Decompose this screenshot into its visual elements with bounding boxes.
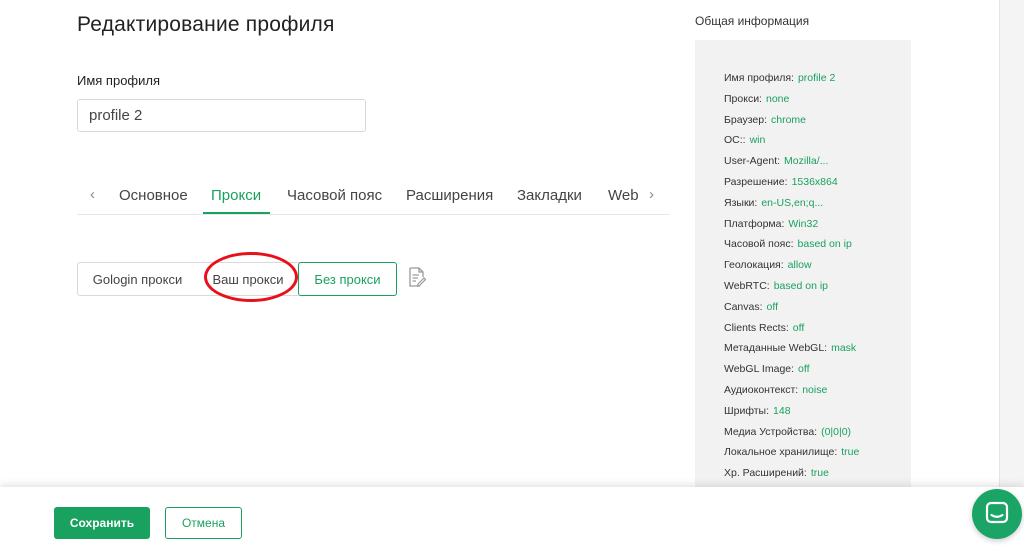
info-row-extension-storage: Хр. Расширений: true (724, 463, 914, 484)
info-list: Имя профиля: profile 2 Прокси: none Браузе… (724, 68, 914, 484)
active-tab-indicator (203, 212, 270, 214)
info-key: Canvas: (724, 300, 763, 313)
info-value: based on ip (773, 279, 829, 292)
info-key: Локальное хранилище: (724, 446, 838, 459)
info-row-webgl-metadata: Метаданные WebGL: mask (724, 338, 914, 359)
info-value: off (792, 321, 805, 334)
info-value: true (810, 467, 829, 480)
info-value: mask (831, 342, 857, 355)
info-row-platform: Платформа: Win32 (724, 214, 914, 235)
info-key: Медиа Устройства: (724, 425, 818, 438)
info-value: Win32 (788, 217, 819, 230)
info-key: WebGL Image: (724, 363, 795, 376)
info-key: Аудиоконтекст: (724, 383, 799, 396)
cancel-button[interactable]: Отмена (165, 507, 242, 539)
info-value: win (749, 134, 766, 147)
profile-name-label: Имя профиля (77, 73, 161, 88)
tab-general[interactable]: Основное (119, 187, 188, 204)
info-key: Хр. Расширений: (724, 467, 807, 480)
tab-next-arrow-icon[interactable]: › (649, 186, 654, 203)
info-value: based on ip (797, 238, 852, 251)
info-value: noise (802, 383, 828, 396)
info-key: Clients Rects: (724, 321, 789, 334)
save-button[interactable]: Сохранить (54, 507, 150, 539)
notes-icon[interactable] (408, 267, 426, 287)
info-row-profile-name: Имя профиля: profile 2 (724, 68, 914, 89)
info-row-user-agent: User-Agent: Mozilla/... (724, 151, 914, 172)
info-value: none (765, 92, 790, 105)
info-row-webrtc: WebRTC: based on ip (724, 276, 914, 297)
info-row-languages: Языки: en-US,en;q... (724, 193, 914, 214)
info-panel: Имя профиля: profile 2 Прокси: none Браузе… (695, 40, 911, 500)
no-proxy-button[interactable]: Без прокси (298, 262, 397, 296)
info-value: profile 2 (797, 72, 836, 84)
footer-bar (0, 487, 1024, 554)
tab-web[interactable]: Web (608, 187, 639, 204)
highlight-circle (204, 252, 298, 302)
info-key: Браузер: (724, 113, 767, 126)
info-row-local-storage: Локальное хранилище: true (724, 442, 914, 463)
info-key: Языки: (724, 196, 758, 209)
info-key: ОС:: (724, 134, 746, 147)
tab-proxy[interactable]: Прокси (211, 187, 261, 204)
info-row-proxy: Прокси: none (724, 89, 914, 110)
info-row-client-rects: Clients Rects: off (724, 318, 914, 339)
chat-icon (985, 501, 1009, 524)
info-key: Часовой пояс: (724, 238, 794, 251)
tab-timezone[interactable]: Часовой пояс (287, 187, 382, 204)
tab-extensions[interactable]: Расширения (406, 187, 493, 204)
info-value: true (841, 446, 860, 459)
info-row-canvas: Canvas: off (724, 297, 914, 318)
profile-name-input[interactable] (77, 99, 366, 132)
tab-bar: ‹ Основное Прокси Часовой пояс Расширени… (77, 180, 670, 215)
window-edge (999, 0, 1024, 554)
info-row-browser: Браузер: chrome (724, 110, 914, 131)
info-row-audio-context: Аудиоконтекст: noise (724, 380, 914, 401)
tab-bookmarks[interactable]: Закладки (517, 187, 582, 204)
info-value: (0|0|0) (821, 425, 852, 438)
chat-widget-button[interactable] (972, 489, 1022, 539)
tab-prev-arrow-icon[interactable]: ‹ (90, 186, 95, 203)
info-row-resolution: Разрешение: 1536x864 (724, 172, 914, 193)
info-value: chrome (771, 113, 807, 126)
info-key: Платформа: (724, 217, 785, 230)
info-row-geolocation: Геолокация: allow (724, 255, 914, 276)
info-key: Шрифты: (724, 404, 770, 417)
info-panel-title: Общая информация (695, 14, 810, 28)
info-row-media-devices: Медиа Устройства: (0|0|0) (724, 422, 914, 443)
info-key: User-Agent: (724, 155, 781, 168)
info-value: Mozilla/... (784, 155, 829, 168)
gologin-proxy-button[interactable]: Gologin прокси (77, 262, 198, 296)
info-value: 1536x864 (791, 175, 838, 188)
info-row-webgl-image: WebGL Image: off (724, 359, 914, 380)
info-value: en-US,en;q... (761, 196, 824, 209)
info-key: Геолокация: (724, 259, 784, 272)
info-key: Имя профиля: (724, 72, 794, 84)
info-key: Метаданные WebGL: (724, 342, 828, 355)
info-key: Прокси: (724, 92, 762, 105)
page-title: Редактирование профиля (77, 13, 335, 36)
info-key: Разрешение: (724, 175, 788, 188)
info-value: 148 (773, 404, 791, 417)
info-value: off (798, 363, 810, 376)
info-row-timezone: Часовой пояс: based on ip (724, 234, 914, 255)
info-value: off (766, 300, 779, 313)
info-row-fonts: Шрифты: 148 (724, 401, 914, 422)
info-key: WebRTC: (724, 279, 770, 292)
info-value: allow (787, 259, 812, 272)
info-row-os: ОС:: win (724, 130, 914, 151)
